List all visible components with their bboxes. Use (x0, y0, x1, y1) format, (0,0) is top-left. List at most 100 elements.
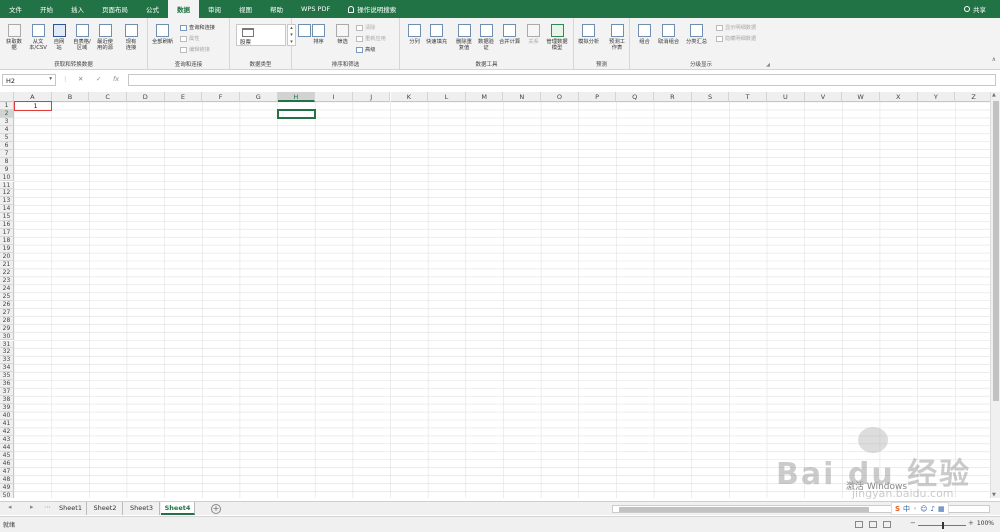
column-header[interactable]: G (239, 92, 278, 102)
row-header[interactable]: 45 (0, 451, 14, 460)
scroll-thumb[interactable] (993, 101, 999, 401)
column-header[interactable]: Q (616, 92, 655, 102)
chevron-down-icon[interactable]: ▾ (49, 76, 52, 82)
row-header[interactable]: 38 (0, 396, 14, 405)
row-header[interactable]: 4 (0, 125, 14, 134)
select-all-corner[interactable] (0, 92, 14, 102)
collapse-ribbon-icon[interactable]: ∧ (992, 56, 996, 63)
existing-connections-button[interactable]: 现有连接 (124, 24, 138, 51)
flash-fill-button[interactable]: 快速填充 (426, 24, 447, 45)
row-header[interactable]: 3 (0, 117, 14, 126)
column-header[interactable]: J (352, 92, 391, 102)
row-header[interactable]: 17 (0, 229, 14, 238)
data-model-button[interactable]: 管理数据模型 (546, 24, 568, 51)
keyboard-icon[interactable]: ▦ (938, 505, 945, 513)
scroll-thumb[interactable] (619, 507, 869, 512)
column-header[interactable]: D (126, 92, 165, 102)
tab-data[interactable]: 数据 (168, 0, 199, 18)
row-header[interactable]: 31 (0, 340, 14, 349)
row-header[interactable]: 28 (0, 316, 14, 325)
column-header[interactable]: O (541, 92, 579, 102)
row-header[interactable]: 6 (0, 141, 14, 150)
normal-view-icon[interactable] (855, 521, 863, 528)
column-header[interactable]: H (277, 92, 316, 102)
row-header[interactable]: 5 (0, 133, 14, 142)
scroll-down-icon[interactable]: ▼ (992, 492, 996, 498)
column-header[interactable]: K (390, 92, 429, 102)
sheet-tab[interactable]: Sheet1 (55, 502, 87, 515)
filter-button[interactable]: 筛选 (336, 24, 349, 45)
row-header[interactable]: 8 (0, 157, 14, 166)
what-if-button[interactable]: 模拟分析 (578, 24, 599, 45)
column-header[interactable]: C (89, 92, 127, 102)
row-header[interactable]: 23 (0, 276, 14, 285)
ungroup-button[interactable]: 取消组合 (658, 24, 679, 45)
group-button[interactable]: 组合 (638, 24, 651, 45)
queries-connections-button[interactable]: 查询和连接 (180, 24, 215, 31)
column-header[interactable]: M (465, 92, 504, 102)
function-icon[interactable]: fx (113, 75, 119, 83)
page-break-view-icon[interactable] (883, 521, 891, 528)
dialog-launcher-icon[interactable]: ◢ (766, 62, 770, 68)
row-header[interactable]: 41 (0, 420, 14, 428)
show-detail-button[interactable]: 显示明细数据 (716, 24, 756, 31)
forecast-sheet-button[interactable]: 预测工作表 (608, 24, 626, 51)
more-sheets-icon[interactable]: ⋯ (44, 503, 51, 511)
next-sheet-icon[interactable]: ▸ (30, 503, 34, 511)
row-header[interactable]: 35 (0, 372, 14, 381)
column-header[interactable]: W (842, 92, 880, 102)
edit-links-button[interactable]: 编辑链接 (180, 46, 210, 53)
row-header[interactable]: 50 (0, 491, 14, 498)
vertical-scrollbar[interactable]: ▲ ▼ (990, 92, 1000, 498)
column-header[interactable]: F (202, 92, 240, 102)
zoom-knob[interactable] (942, 522, 944, 529)
ime-language[interactable]: 中 (903, 504, 910, 514)
column-header[interactable]: V (804, 92, 843, 102)
sheet-tab[interactable]: Sheet2 (88, 502, 123, 515)
row-header[interactable]: 30 (0, 332, 14, 341)
row-header[interactable]: 48 (0, 475, 14, 484)
data-validation-button[interactable]: 数据验证 (476, 24, 496, 51)
column-header[interactable]: B (51, 92, 90, 102)
row-header[interactable]: 24 (0, 284, 14, 293)
column-header[interactable]: L (428, 92, 466, 102)
row-header[interactable]: 49 (0, 483, 14, 492)
subtotal-button[interactable]: 分类汇总 (686, 24, 707, 45)
row-header[interactable]: 36 (0, 380, 14, 389)
row-header[interactable]: 44 (0, 443, 14, 452)
row-header[interactable]: 21 (0, 261, 14, 269)
reapply-button[interactable]: 重新应用 (356, 35, 386, 42)
emoji-icon[interactable]: ☺ (920, 505, 927, 513)
add-sheet-button[interactable]: + (211, 504, 221, 514)
sheet-tab-active[interactable]: Sheet4 (161, 502, 195, 515)
name-box[interactable]: H2 ▾ (2, 74, 56, 86)
row-header[interactable]: 13 (0, 197, 14, 206)
row-header[interactable]: 12 (0, 189, 14, 198)
column-header[interactable]: S (691, 92, 730, 102)
row-header[interactable]: 42 (0, 427, 14, 436)
active-cell[interactable] (276, 108, 317, 119)
clear-button[interactable]: 清除 (356, 24, 375, 31)
row-header[interactable]: 9 (0, 165, 14, 174)
enter-icon[interactable]: ✓ (96, 75, 101, 83)
mic-icon[interactable]: ♪ (931, 505, 935, 513)
row-header[interactable]: 16 (0, 221, 14, 230)
row-header[interactable]: 14 (0, 205, 14, 214)
cancel-icon[interactable]: ✕ (78, 75, 83, 83)
zoom-slider[interactable] (918, 522, 966, 529)
consolidate-button[interactable]: 合并计算 (499, 24, 520, 45)
get-data-button[interactable]: 获取数据 (4, 24, 24, 51)
row-header[interactable]: 18 (0, 237, 14, 246)
zoom-out-button[interactable]: − (910, 519, 916, 527)
column-header[interactable]: Z (955, 92, 990, 102)
from-text-csv-button[interactable]: 从文本/CSV (28, 24, 48, 51)
row-header[interactable]: 1 (0, 102, 14, 110)
row-header[interactable]: 10 (0, 173, 14, 182)
row-header[interactable]: 32 (0, 348, 14, 357)
advanced-button[interactable]: 高级 (356, 46, 375, 53)
tab-help[interactable]: 帮助 (261, 0, 292, 18)
row-header[interactable]: 40 (0, 412, 14, 420)
ime-toolbar[interactable]: S 中 ◦ ☺ ♪ ▦ (891, 502, 949, 515)
sort-az-button[interactable] (298, 24, 311, 39)
sort-button[interactable]: 排序 (312, 24, 325, 45)
